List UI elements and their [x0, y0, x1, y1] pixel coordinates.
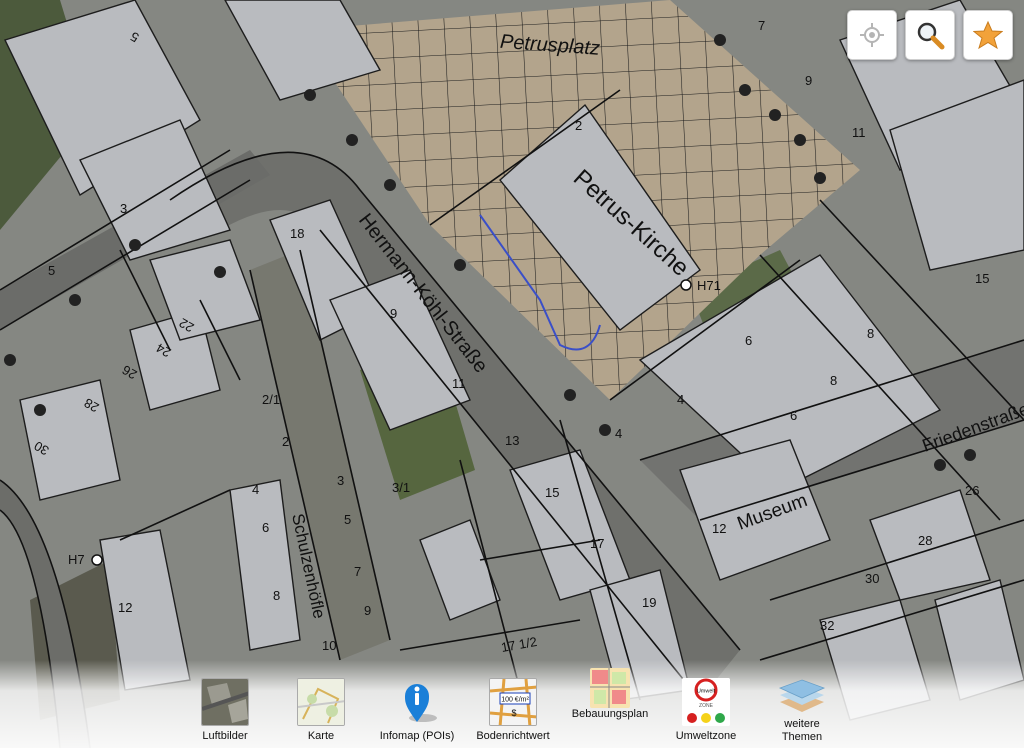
map-icon — [297, 678, 345, 726]
house-number: 3 — [337, 473, 344, 488]
house-number: 3 — [120, 201, 127, 216]
magnifier-icon — [917, 22, 945, 50]
layers-icon — [778, 678, 826, 714]
house-number: 30 — [865, 571, 879, 586]
house-number: 7 — [758, 18, 765, 33]
house-number: 6 — [745, 333, 752, 348]
aerial-photo-icon — [201, 678, 249, 726]
house-number: 2/1 — [262, 392, 280, 407]
house-number: 11 — [852, 125, 866, 140]
land-value-icon: 100 €/m² $ — [489, 678, 537, 726]
house-number: 9 — [364, 603, 371, 618]
house-number: 4 — [615, 426, 622, 441]
land-value-sign: 100 €/m² — [501, 697, 529, 704]
zoning-plan-icon — [590, 668, 630, 708]
house-number: 2 — [575, 118, 582, 133]
house-number: 4 — [677, 392, 684, 407]
theme-label: Bebauungsplan — [571, 708, 649, 720]
house-number: 6 — [262, 520, 269, 535]
svg-text:$: $ — [511, 708, 516, 718]
locate-button[interactable] — [847, 10, 897, 60]
house-number: 26 — [965, 483, 979, 498]
environmental-zone-sign: Umwelt — [697, 689, 716, 695]
bus-stop-marker[interactable] — [91, 554, 103, 566]
bus-stop-marker[interactable] — [680, 279, 692, 291]
star-icon — [973, 20, 1003, 50]
house-number: 11 — [452, 376, 466, 391]
house-number: 3/1 — [392, 480, 410, 495]
theme-label: Bodenrichtwert — [476, 730, 550, 742]
house-number: 5 — [344, 512, 351, 527]
house-number: 2 — [282, 434, 289, 449]
theme-luftbilder[interactable]: Luftbilder — [175, 678, 275, 743]
house-number: 4 — [252, 482, 259, 497]
theme-bebauungsplan[interactable]: Bebauungsplan — [560, 668, 660, 721]
house-number: 9 — [390, 306, 397, 321]
favorites-button[interactable] — [963, 10, 1013, 60]
house-number: 32 — [820, 618, 834, 633]
house-number: 18 — [290, 226, 304, 241]
theme-weitere-themen[interactable]: weitere Themen — [752, 678, 852, 744]
info-pin-icon — [393, 678, 441, 726]
house-number: 12 — [118, 600, 132, 615]
theme-label: Umweltzone — [675, 730, 737, 742]
house-number: 13 — [505, 433, 519, 448]
house-number: 8 — [867, 326, 874, 341]
theme-label: Luftbilder — [202, 730, 248, 742]
map-canvas[interactable]: Petrusplatz Hermann-Köhl-Straße Schulzen… — [0, 0, 1024, 748]
house-number: 10 — [322, 638, 336, 653]
search-button[interactable] — [905, 10, 955, 60]
house-number: 5 — [48, 263, 55, 278]
house-number: 28 — [918, 533, 932, 548]
house-number: 12 — [712, 521, 726, 536]
theme-bar: Luftbilder Karte Infomap (POIs) 100 €/m²… — [0, 660, 1024, 748]
crosshair-icon — [860, 23, 884, 47]
environmental-zone-icon: Umwelt ZONE — [682, 678, 730, 726]
stop-label: H71 — [697, 278, 721, 293]
house-number: 8 — [273, 588, 280, 603]
house-number: 17 — [590, 536, 604, 551]
theme-bodenrichtwert[interactable]: 100 €/m² $ Bodenrichtwert — [463, 678, 563, 743]
theme-karte[interactable]: Karte — [271, 678, 371, 743]
house-number: 8 — [830, 373, 837, 388]
theme-label: weitere Themen — [781, 718, 823, 743]
house-number: 6 — [790, 408, 797, 423]
house-number: 15 — [545, 485, 559, 500]
house-number: 7 — [354, 564, 361, 579]
house-number: 9 — [805, 73, 812, 88]
stop-label: H7 — [68, 552, 85, 567]
theme-label: Infomap (POIs) — [379, 730, 455, 742]
svg-text:ZONE: ZONE — [699, 703, 714, 709]
theme-infomap[interactable]: Infomap (POIs) — [367, 678, 467, 743]
theme-umweltzone[interactable]: Umwelt ZONE Umweltzone — [656, 678, 756, 743]
house-number: 19 — [642, 595, 656, 610]
theme-label: Karte — [307, 730, 335, 742]
house-number: 15 — [975, 271, 989, 286]
